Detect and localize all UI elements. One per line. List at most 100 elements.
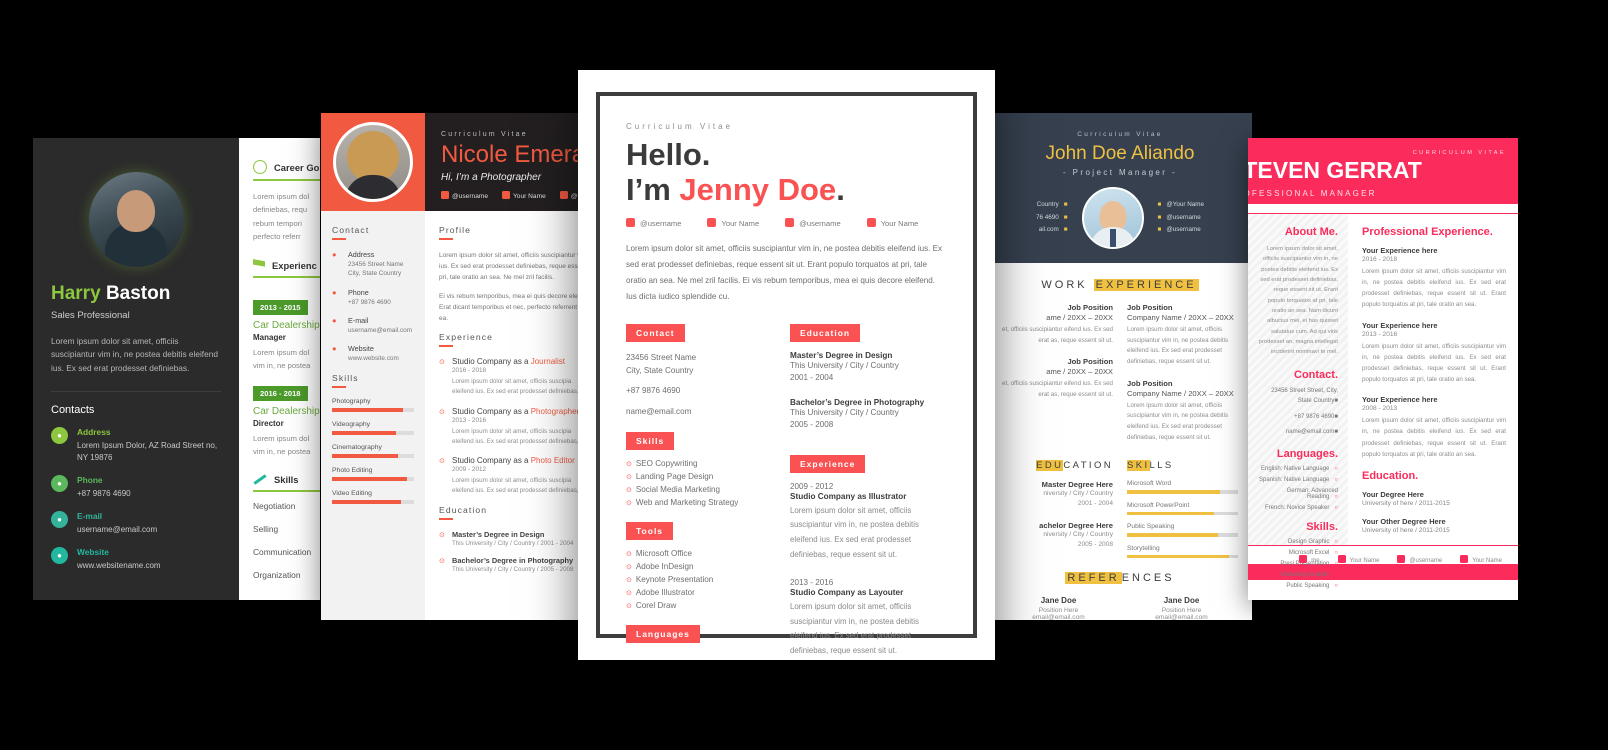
skill-label: Microsoft PowerPoint [1127, 501, 1190, 509]
work-col-right: Job Position Company Name / 20XX – 20XX Lo… [1127, 303, 1238, 454]
social-link[interactable]: ■ @username [1158, 224, 1204, 237]
degree-name: Master’s Degree in Design [790, 350, 893, 360]
experience-years: 2008 - 2013 [1362, 405, 1398, 413]
section-label: Skills [274, 474, 299, 486]
contact-value: +87 9876 4690 [348, 298, 391, 306]
resume-card-nicole[interactable]: Curriculum Vitae Nicole Emerald Hi, I’m … [321, 113, 599, 620]
degree-school: niversity / City / Country [1043, 490, 1113, 498]
degree-name: Bachelor’s Degree in Photography [790, 397, 925, 407]
language-item: French: Novice Speaker ○ [1265, 504, 1338, 511]
degree-years: 2001 - 2004 [1077, 500, 1113, 508]
contact-line: name@email.com [626, 406, 692, 416]
reference-item: Jane Doe Position Here email@email.com [1125, 596, 1238, 620]
bullet-icon: ⊙ [626, 499, 632, 507]
resume-card-green[interactable]: Harry Baston Sales Professional Lorem ip… [33, 138, 320, 600]
contact-lines: 23456 Street Name City, State Country +87 … [626, 351, 760, 418]
brush-icon [253, 474, 267, 485]
social-link[interactable]: @username [441, 191, 488, 200]
reference-position: Position Here [1161, 607, 1202, 615]
social-link[interactable]: @username [785, 218, 841, 228]
social-link[interactable]: Your Name [1460, 555, 1502, 564]
social-link[interactable]: Your Name [707, 218, 759, 228]
contact-label: Website [348, 344, 374, 354]
skill-fill [332, 454, 398, 459]
resume-card-john[interactable]: Curriculum Vitae John Doe Aliando - Proj… [988, 113, 1252, 620]
contact-value: username@email.com [348, 326, 413, 334]
degree-name: achelor Degree Here [1039, 520, 1113, 530]
experience-item: ⊙ Studio Company as a Journalist 2016 - 20… [439, 357, 587, 397]
section-experience: Experienc [253, 259, 320, 279]
degree-name: Bachelor’s Degree in Photography [452, 556, 574, 566]
job-item: Job Position Company Name / 20XX – 20XX Lo… [1127, 303, 1238, 368]
job-item: Job Position ame / 20XX – 20XX et, officii… [1002, 303, 1113, 346]
bullet-icon: ⊙ [626, 563, 632, 571]
tool-item: ⊙ Keynote Presentation [626, 574, 714, 584]
resume-card-pink[interactable]: CURRICULUM VITAE STEVEN GERRAT PROFESSIO… [1248, 138, 1518, 600]
company-name: Car Dealership [253, 320, 320, 332]
social-link[interactable]: Your Name [502, 191, 546, 200]
contact-text: Phone +87 9876 4690 [348, 288, 391, 307]
experience-years: 2016 - 2018 [1362, 256, 1398, 263]
location-pin-icon: ■ [1334, 398, 1338, 405]
heading-part-a: WORK [1041, 279, 1094, 291]
social-link[interactable]: me [1299, 555, 1320, 564]
twitter-icon: ■ [1157, 226, 1162, 234]
experience-desc: Lorem ipsum dolor sit amet, officiis sus… [452, 378, 583, 396]
social-link[interactable]: ■ @Your Name [1158, 199, 1204, 212]
skill-track [332, 454, 414, 459]
email-icon: ■ [1063, 226, 1068, 234]
contact-heading: Contact. [1294, 369, 1338, 382]
contact-label: Address [77, 427, 111, 438]
experience-title: Your Experience here [1362, 395, 1438, 405]
social-link[interactable]: Your Name [866, 218, 918, 228]
education-col: EDUCATION Master Degree Here niversity / … [1002, 460, 1113, 566]
skill-item: ⊙ Landing Page Design [626, 471, 714, 481]
job-desc: Lorem ipsum dol vim in, ne postea [253, 348, 311, 371]
location-pin-icon: ● [332, 250, 337, 259]
name-first: Harry [51, 283, 101, 304]
nicole-main: Profile Lorem ipsum dolor sit amet, offi… [425, 211, 599, 620]
skill-track [332, 477, 414, 482]
bullet-icon: ○ [1334, 504, 1338, 511]
job-position: Job Position [1127, 303, 1173, 312]
skill-label: Public Speaking [1127, 523, 1175, 531]
social-link[interactable]: ■ @username [1158, 212, 1204, 225]
experience-list: Your Experience here 2016 - 2018 Lorem ips… [1362, 246, 1506, 460]
degree-name: Your Degree Here [1362, 489, 1424, 499]
social-link[interactable]: @username [1397, 555, 1442, 564]
social-links[interactable]: @username Your Name @username Your Name [626, 218, 947, 228]
degree-school: niversity / City / Country [1043, 530, 1113, 538]
social-link[interactable]: @username [626, 218, 681, 228]
social-links[interactable]: @usernameYour Name@username [441, 191, 599, 200]
experience-years: 2013 - 2016 [1362, 330, 1398, 338]
contact-row: ● Website www.websitename.com [51, 547, 221, 572]
experience-years: 2013 - 2016 [790, 578, 834, 588]
bullet-icon: ○ [1334, 571, 1338, 578]
section-career-goal: Career Go [253, 160, 320, 181]
email-icon: ● [332, 315, 337, 325]
reference-name: Jane Doe [1163, 596, 1200, 606]
social-links[interactable]: ■ @Your Name ■ @username ■ @username [1158, 199, 1204, 238]
degree-school: University of here / 2011-2015 [1362, 499, 1450, 507]
contact-text: Website www.website.com [348, 344, 399, 363]
work-grid: Job Position ame / 20XX – 20XX et, officii… [1002, 303, 1238, 454]
contacts-list: ● Address 23456 Street Name City, State Co… [332, 250, 414, 363]
facebook-icon [502, 191, 511, 199]
skills-heading: SKILLS [1127, 460, 1174, 472]
resume-card-jenny[interactable]: Curriculum Vitae Hello. I’m Jenny Doe. @… [578, 70, 995, 660]
degree-years: 2005 - 2008 [790, 420, 834, 430]
facebook-icon [707, 218, 717, 228]
bullet-icon: ⊙ [439, 558, 445, 566]
job-desc: et, officiis suscipiantur eifend ius. Ex… [1002, 326, 1113, 344]
skill-item: ⊙ Web and Marketing Strategy [626, 497, 739, 507]
cv-label: CURRICULUM VITAE [1412, 150, 1506, 156]
social-link[interactable]: Your Name [1337, 555, 1379, 564]
experience-role: Photographer [530, 406, 580, 416]
page-title: Nicole Emerald [441, 141, 599, 168]
experience-title: Studio Company as a Journalist [452, 357, 565, 367]
phone-icon: ● [51, 475, 68, 493]
job-company: Company Name / 20XX – 20XX [1127, 388, 1234, 398]
pink-main: Professional Experience. Your Experience… [1348, 214, 1518, 545]
contact-value: Lorem Ipsum Dolor, AZ Road Street no, NY… [77, 441, 218, 463]
profile-p1: Lorem ipsum dolor sit amet, officiis sus… [439, 252, 587, 282]
